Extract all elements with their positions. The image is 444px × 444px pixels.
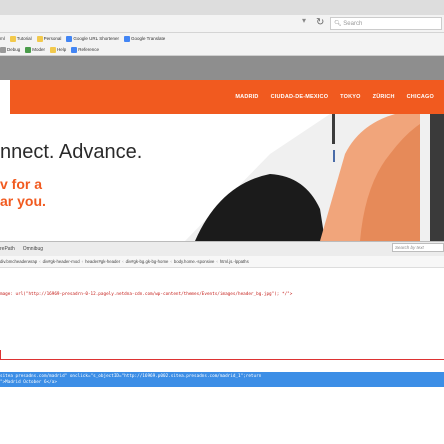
breadcrumb-item[interactable]: div#gk-bg.gk-bg-home <box>126 259 169 264</box>
folder-icon <box>36 35 43 42</box>
devtools-tabbar: rePath Omnibug <box>0 241 444 256</box>
breadcrumb-item[interactable]: header#gk-header <box>85 259 120 264</box>
breadcrumb-item[interactable]: div.bmcheaderwrap <box>0 259 37 264</box>
hero-subtitle-line2: ar you. <box>0 193 46 209</box>
breadcrumb-item[interactable]: html.js.-lppaths <box>220 259 249 264</box>
annotation-marker <box>0 350 1 359</box>
browser-titlebar <box>0 0 444 15</box>
bookmark-item[interactable]: Google Translate <box>123 35 165 42</box>
nav-link[interactable]: CHICAGO <box>407 94 434 100</box>
hero-image <box>185 114 444 241</box>
bookmark-item[interactable]: Moder <box>25 46 45 53</box>
hero-banner <box>0 114 444 241</box>
selected-line-text: sitea presadns.com/madrid" onclick="s_ob… <box>0 374 262 379</box>
devtools-search-placeholder: Search by text <box>395 245 424 250</box>
gear-icon <box>0 46 6 53</box>
nav-link[interactable]: CIUDAD-DE-MEXICO <box>271 94 329 100</box>
css-rule-line[interactable]: mage: url("http://16969-presadrn-0-12.pa… <box>0 292 292 297</box>
annotation-line <box>0 359 444 360</box>
search-input[interactable]: 🔍︎ Search <box>330 17 442 30</box>
bookmark-item[interactable]: Reference <box>71 46 99 53</box>
bookmarks-bar-row1: ml Tutorial Personal Google URL Shortene… <box>0 33 444 44</box>
help-icon <box>50 46 57 53</box>
bookmarks-bar-row2: Debug Moder Help Reference <box>0 44 444 56</box>
url-dropdown-icon[interactable]: ▾ <box>302 16 306 25</box>
hero-title: nnect. Advance. <box>0 141 143 163</box>
hero-subtitle-line1: v for a <box>0 176 43 192</box>
search-placeholder: Search <box>343 21 363 27</box>
nav-link[interactable]: TOKYO <box>340 94 360 100</box>
site-nav: MADRID CIUDAD-DE-MEXICO TOKYO ZÜRICH CHI… <box>223 80 434 114</box>
site-top-strip <box>0 56 444 80</box>
bookmark-item[interactable]: Help <box>50 46 66 53</box>
google-icon <box>66 35 73 42</box>
devtools-search-input[interactable]: Search by text <box>392 243 444 252</box>
element-breadcrumb: div.bmcheaderwrap ‹ div#gk-header-mod ‹ he… <box>0 256 444 268</box>
folder-icon <box>71 46 78 53</box>
nav-link[interactable]: ZÜRICH <box>373 94 395 100</box>
reload-icon[interactable]: ↻ <box>316 17 324 28</box>
devtools-tab[interactable]: rePath <box>0 246 15 252</box>
bookmark-item[interactable]: Debug <box>0 46 20 53</box>
bookmark-item[interactable]: Google URL Shortener <box>66 35 119 42</box>
selected-line-text: ">Madrid October 6</a> <box>0 380 57 385</box>
bookmark-item[interactable]: Tutorial <box>9 35 32 42</box>
translate-icon <box>123 35 130 42</box>
devtools-tab[interactable]: Omnibug <box>23 246 43 252</box>
nav-link[interactable]: MADRID <box>235 94 258 100</box>
gear-icon <box>25 46 32 53</box>
breadcrumb-item[interactable]: body.home.-sponsive <box>174 259 215 264</box>
bookmark-prefix[interactable]: ml <box>0 36 5 41</box>
search-icon: 🔍︎ <box>334 21 342 27</box>
breadcrumb-item[interactable]: div#gk-header-mod <box>43 259 80 264</box>
bookmark-item[interactable]: Personal <box>36 35 61 42</box>
folder-icon <box>9 35 16 42</box>
